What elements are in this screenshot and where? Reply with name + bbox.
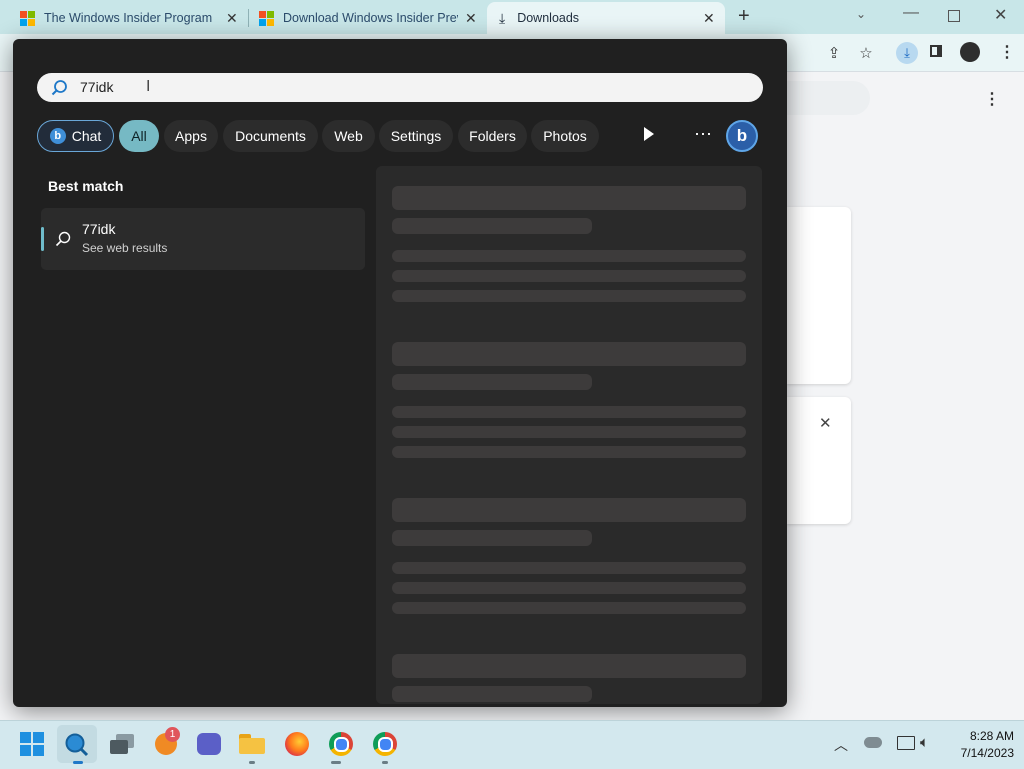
chip-settings[interactable]: Settings — [379, 120, 453, 152]
tab-label: The Windows Insider Program — [44, 11, 213, 25]
onedrive-offline-icon[interactable] — [864, 737, 882, 748]
skeleton-line — [392, 582, 746, 594]
chip-label: All — [131, 128, 147, 144]
chip-apps[interactable]: Apps — [164, 120, 218, 152]
chip-all[interactable]: All — [119, 120, 159, 152]
tab-label: Downloads — [517, 11, 580, 25]
browser-menu-icon[interactable]: ⋮ — [999, 42, 1015, 62]
skeleton-subheading — [392, 218, 592, 234]
skeleton-subheading — [392, 686, 592, 702]
download-card — [787, 207, 851, 384]
chip-chat[interactable]: b Chat — [37, 120, 114, 152]
microsoft-logo-icon — [20, 11, 35, 26]
chip-documents[interactable]: Documents — [223, 120, 318, 152]
bing-chat-icon: b — [49, 128, 66, 144]
skeleton-line — [392, 562, 746, 574]
profile-avatar[interactable] — [960, 42, 980, 62]
skeleton-heading — [392, 654, 746, 678]
scroll-chips-play-icon[interactable] — [644, 127, 654, 141]
active-indicator — [73, 761, 83, 764]
more-options-icon[interactable]: ⋯ — [694, 124, 712, 145]
running-indicator — [249, 761, 255, 764]
search-icon — [51, 80, 67, 96]
chip-web[interactable]: Web — [322, 120, 375, 152]
chip-label: Chat — [71, 128, 102, 144]
best-match-result[interactable] — [41, 208, 365, 270]
side-panel-icon[interactable] — [930, 45, 942, 57]
best-match-heading: Best match — [48, 178, 124, 194]
tab-download-insider-preview[interactable]: Download Windows Insider Previ ✕ — [250, 2, 486, 34]
chrome-icon[interactable] — [327, 730, 355, 758]
task-view-icon[interactable] — [108, 730, 136, 758]
taskbar-search-icon[interactable] — [63, 731, 89, 757]
skeleton-heading — [392, 186, 746, 210]
close-tab-icon[interactable]: ✕ — [226, 10, 238, 27]
search-input[interactable]: 77idk — [80, 79, 113, 95]
skeleton-subheading — [392, 374, 592, 390]
file-explorer-icon[interactable] — [238, 730, 266, 758]
new-tab-button[interactable]: + — [738, 5, 750, 28]
firefox-icon[interactable] — [283, 730, 311, 758]
skeleton-heading — [392, 498, 746, 522]
notification-badge: 1 — [165, 727, 180, 742]
chip-label: Apps — [175, 128, 207, 144]
close-tab-icon[interactable]: ✕ — [465, 10, 477, 27]
page-search-bar[interactable] — [787, 81, 870, 115]
chip-label: Documents — [235, 128, 306, 144]
preview-pane-loading — [376, 166, 762, 704]
close-tab-icon[interactable]: ✕ — [703, 10, 715, 27]
running-indicator — [331, 761, 341, 764]
selection-indicator — [41, 227, 44, 251]
minimize-icon[interactable]: — — [903, 4, 919, 22]
volume-icon[interactable]: 🔈︎ — [920, 734, 929, 751]
bing-icon[interactable]: b — [726, 120, 758, 152]
skeleton-heading — [392, 342, 746, 366]
tab-search-chevron-icon[interactable]: ⌄ — [856, 7, 866, 21]
restore-icon[interactable] — [948, 10, 960, 22]
chip-label: Web — [334, 128, 363, 144]
page-menu-icon[interactable]: ⋮ — [984, 89, 1000, 109]
teams-chat-icon[interactable] — [195, 730, 223, 758]
taskbar-clock[interactable]: 8:28 AM 7/14/2023 — [948, 729, 1014, 760]
share-icon[interactable]: ⇪ — [823, 43, 845, 63]
result-title: 77idk — [82, 221, 116, 237]
close-window-icon[interactable]: ✕ — [994, 5, 1007, 25]
time: 8:28 AM — [969, 729, 1014, 743]
chip-label: Settings — [390, 128, 442, 144]
text-cursor-icon: I — [146, 78, 151, 95]
skeleton-line — [392, 290, 746, 302]
skeleton-line — [392, 446, 746, 458]
date: 7/14/2023 — [960, 746, 1014, 760]
skeleton-line — [392, 406, 746, 418]
downloads-indicator-icon[interactable]: ⤓ — [896, 42, 918, 64]
skeleton-subheading — [392, 530, 592, 546]
skeleton-line — [392, 270, 746, 282]
chip-photos[interactable]: Photos — [531, 120, 599, 152]
microsoft-logo-icon — [259, 11, 274, 26]
tab-windows-insider-program[interactable]: The Windows Insider Program ✕ — [12, 2, 248, 34]
show-hidden-icons-chevron-icon[interactable]: ︿ — [834, 735, 848, 755]
tab-divider — [248, 9, 249, 27]
tab-label: Download Windows Insider Previ — [283, 11, 458, 25]
running-indicator — [382, 761, 388, 764]
network-icon[interactable] — [897, 736, 915, 750]
tab-downloads[interactable]: ⤓ Downloads ✕ — [487, 2, 725, 34]
bookmark-star-icon[interactable]: ☆ — [855, 43, 877, 63]
remove-download-icon[interactable]: ✕ — [819, 414, 832, 432]
download-icon: ⤓ — [499, 9, 506, 26]
chip-label: Photos — [543, 128, 587, 144]
skeleton-line — [392, 602, 746, 614]
chip-folders[interactable]: Folders — [458, 120, 527, 152]
skeleton-line — [392, 426, 746, 438]
web-search-icon — [55, 231, 71, 247]
chip-label: Folders — [469, 128, 516, 144]
start-windows-icon[interactable] — [18, 730, 46, 758]
skeleton-line — [392, 250, 746, 262]
chrome-icon[interactable] — [371, 730, 399, 758]
result-subtitle: See web results — [82, 241, 168, 255]
